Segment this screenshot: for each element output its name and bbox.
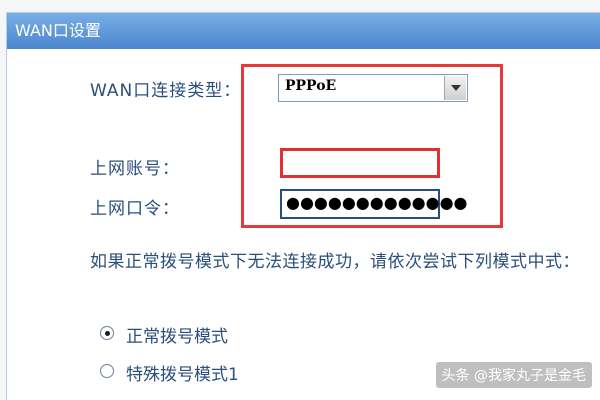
radio-label: 特殊拨号模式1	[126, 365, 239, 385]
password-input[interactable]: ●●●●●●●●●●●●●	[280, 189, 468, 219]
password-mask: ●●●●●●●●●●●●●	[286, 193, 468, 212]
radio-button[interactable]	[100, 364, 114, 378]
dropdown-button[interactable]	[444, 76, 466, 100]
password-label: 上网口令：	[90, 199, 180, 219]
panel-title: WAN口设置	[7, 13, 600, 49]
account-label: 上网账号：	[90, 159, 180, 179]
watermark: 头条 @我家丸子是金毛	[435, 362, 592, 388]
wan-type-select[interactable]: PPPoE	[278, 74, 468, 102]
wan-type-label: WAN口连接类型：	[90, 81, 242, 101]
chevron-down-icon	[451, 85, 461, 91]
dial-mode-hint: 如果正常拨号模式下无法连接成功，请依次尝试下列模式中式：	[90, 252, 580, 272]
account-input[interactable]	[280, 148, 440, 178]
radio-label: 正常拨号模式	[126, 327, 228, 347]
wan-type-selected-value: PPPoE	[285, 78, 337, 94]
radio-button[interactable]	[100, 326, 114, 340]
